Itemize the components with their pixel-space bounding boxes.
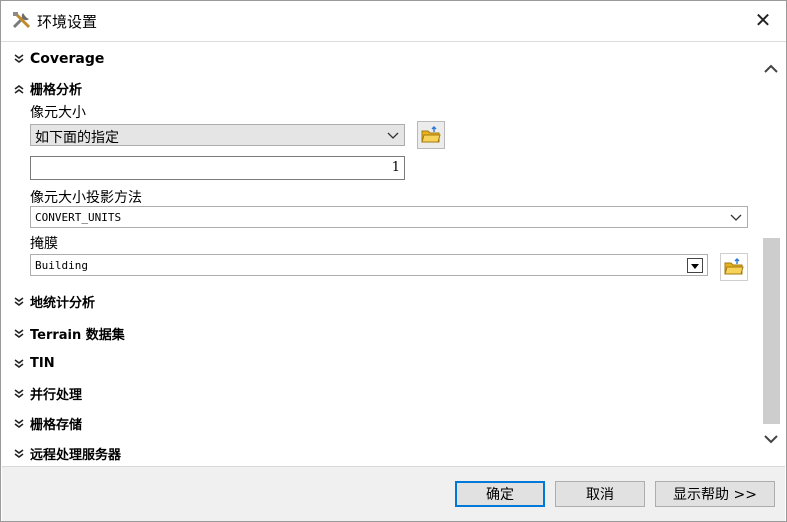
mask-label: 掩膜 bbox=[30, 236, 58, 252]
mask-browse-button[interactable] bbox=[720, 253, 748, 281]
double-chevron-down-icon bbox=[14, 54, 24, 63]
show-help-button[interactable]: 显示帮助 >> bbox=[655, 481, 775, 507]
section-parallel-processing[interactable]: 并行处理 bbox=[12, 384, 82, 403]
chevron-up-icon bbox=[764, 64, 778, 73]
chevron-down-icon bbox=[387, 132, 399, 139]
double-chevron-down-icon bbox=[14, 296, 24, 306]
section-raster-analysis-label: 栅格分析 bbox=[30, 83, 83, 98]
double-chevron-down-icon bbox=[14, 448, 24, 458]
open-folder-icon bbox=[724, 258, 744, 275]
close-button[interactable]: ✕ bbox=[740, 1, 786, 39]
double-chevron-down-icon bbox=[14, 358, 24, 368]
chevron-down-icon bbox=[764, 435, 778, 444]
section-raster-analysis[interactable]: 栅格分析 bbox=[12, 79, 82, 98]
double-chevron-down-icon bbox=[14, 328, 24, 338]
open-folder-icon bbox=[421, 126, 441, 143]
projection-method-label: 像元大小投影方法 bbox=[30, 190, 142, 206]
triangle-down-icon bbox=[691, 263, 699, 269]
section-remote-processing-server-label: 远程处理服务器 bbox=[30, 448, 122, 463]
button-bar: 确定 取消 显示帮助 >> bbox=[2, 467, 785, 521]
settings-panel: Coverage 栅格分析 像元大小 如下面的指定 1 像元大小投影方法 CON… bbox=[2, 42, 785, 467]
section-coverage-label: Coverage bbox=[30, 51, 105, 67]
tools-icon bbox=[11, 10, 33, 32]
section-coverage[interactable]: Coverage bbox=[12, 51, 104, 67]
section-tin[interactable]: TIN bbox=[12, 356, 55, 371]
cancel-button[interactable]: 取消 bbox=[555, 481, 645, 507]
cell-size-label: 像元大小 bbox=[30, 105, 86, 121]
section-raster-storage-label: 栅格存储 bbox=[30, 418, 83, 433]
mask-dropdown-button[interactable] bbox=[687, 258, 703, 273]
title-bar: 环境设置 ✕ bbox=[1, 1, 786, 42]
window-title: 环境设置 bbox=[37, 13, 98, 31]
mask-value: Building bbox=[35, 259, 88, 272]
section-remote-processing-server[interactable]: 远程处理服务器 bbox=[12, 444, 121, 463]
cell-size-option-value: 如下面的指定 bbox=[35, 130, 119, 146]
section-tin-label: TIN bbox=[30, 356, 55, 371]
double-chevron-down-icon bbox=[14, 388, 24, 398]
ok-button[interactable]: 确定 bbox=[455, 481, 545, 507]
scroll-down-button[interactable] bbox=[760, 428, 782, 450]
projection-method-value: CONVERT_UNITS bbox=[35, 211, 122, 224]
cell-size-browse-button[interactable] bbox=[417, 121, 445, 149]
section-terrain-dataset[interactable]: Terrain 数据集 bbox=[12, 324, 125, 343]
chevron-down-icon bbox=[730, 214, 742, 221]
double-chevron-down-icon bbox=[14, 418, 24, 428]
projection-method-select[interactable]: CONVERT_UNITS bbox=[30, 206, 748, 228]
scrollbar-thumb[interactable] bbox=[763, 238, 780, 424]
section-geostatistical-analysis-label: 地统计分析 bbox=[30, 296, 96, 311]
section-geostatistical-analysis[interactable]: 地统计分析 bbox=[12, 292, 95, 311]
cell-size-value-field[interactable]: 1 bbox=[30, 156, 405, 180]
section-parallel-processing-label: 并行处理 bbox=[30, 388, 83, 403]
close-icon: ✕ bbox=[754, 8, 772, 32]
environment-settings-dialog: 环境设置 ✕ Coverage 栅格分析 像元大小 如下面的指定 1 像元大小投… bbox=[0, 0, 787, 522]
scroll-up-button[interactable] bbox=[760, 58, 782, 80]
cell-size-option-select[interactable]: 如下面的指定 bbox=[30, 124, 405, 146]
mask-select[interactable]: Building bbox=[30, 254, 708, 276]
cell-size-value: 1 bbox=[391, 160, 400, 175]
section-terrain-dataset-label: Terrain 数据集 bbox=[30, 328, 125, 343]
double-chevron-up-icon bbox=[14, 84, 24, 94]
section-raster-storage[interactable]: 栅格存储 bbox=[12, 414, 82, 433]
